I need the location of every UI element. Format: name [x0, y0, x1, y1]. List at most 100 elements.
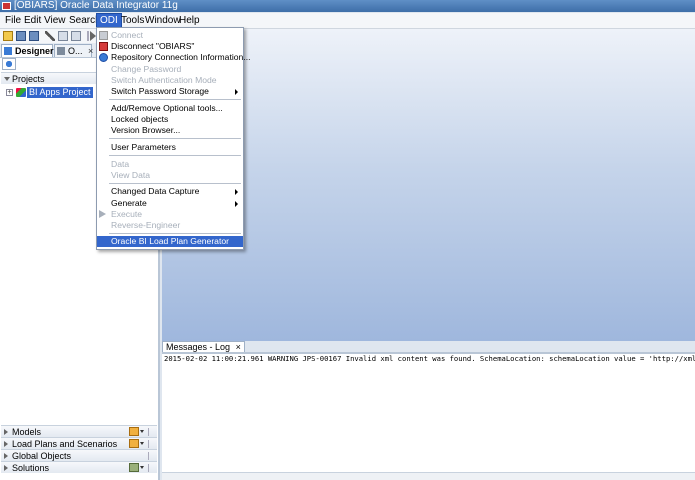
- menu-item-label: Disconnect "OBIARS": [111, 41, 195, 51]
- tab-messages-log[interactable]: Messages - Log ×: [162, 341, 245, 352]
- submenu-arrow-icon: [235, 201, 238, 207]
- operator-icon: [57, 47, 65, 55]
- odi-menu-dropdown: Connect Disconnect "OBIARS" Repository C…: [96, 27, 250, 250]
- messages-tab-label: Messages - Log: [166, 342, 231, 352]
- menu-separator: [109, 138, 241, 139]
- menu-item-label: User Parameters: [111, 142, 176, 152]
- submenu-arrow-icon: [235, 89, 238, 95]
- projects-header: Projects: [12, 74, 45, 84]
- connect-icon: [99, 31, 108, 40]
- menu-item-locked-objects[interactable]: Locked objects: [97, 114, 243, 125]
- menu-separator: [109, 99, 241, 100]
- accordion-separator: [148, 440, 149, 448]
- repository-info-icon: [99, 53, 108, 62]
- expand-icon: [4, 453, 8, 459]
- accordion-separator: [148, 452, 149, 460]
- disconnect-icon: [99, 42, 108, 51]
- connect-navigator-icon[interactable]: [2, 58, 16, 70]
- menu-item-data[interactable]: Data: [97, 159, 243, 170]
- log-line: 2015-02-02 11:00:21.961 WARNING JPS-0016…: [164, 354, 695, 363]
- menu-item-label: Version Browser...: [111, 125, 181, 135]
- tab-designer[interactable]: Designer ×: [1, 44, 64, 57]
- menu-item-label: Reverse-Engineer: [111, 220, 181, 230]
- menu-item-optional-tools[interactable]: Add/Remove Optional tools...: [97, 103, 243, 114]
- messages-tab-close[interactable]: ×: [236, 342, 241, 352]
- toolbar-separator: [87, 31, 89, 41]
- submenu-arrow-icon: [235, 189, 238, 195]
- models-label: Models: [12, 427, 42, 437]
- accordion-separator: [148, 428, 149, 436]
- menu-item-label: Data: [111, 159, 130, 169]
- menu-item-label: Connect: [111, 30, 144, 40]
- models-accordion[interactable]: Models: [1, 425, 157, 437]
- menu-item-label: Locked objects: [111, 114, 169, 124]
- folder-icon[interactable]: [129, 439, 139, 448]
- menu-item-connect[interactable]: Connect: [97, 30, 243, 41]
- dropdown-icon[interactable]: [140, 442, 144, 445]
- accordion-separator: [148, 464, 149, 472]
- window-title-bar: [OBIARS] Oracle Data Integrator 11g: [0, 0, 695, 12]
- paste-icon[interactable]: [71, 31, 81, 41]
- solutions-label: Solutions: [12, 463, 50, 473]
- execute-icon: [99, 210, 106, 218]
- menu-item-change-password[interactable]: Change Password: [97, 64, 243, 75]
- menu-help[interactable]: Help: [176, 13, 203, 28]
- menu-separator: [109, 155, 241, 156]
- copy-icon[interactable]: [58, 31, 68, 41]
- solution-icon[interactable]: [129, 463, 139, 472]
- tab-operator-label: O...: [68, 46, 83, 56]
- menu-item-label: Switch Authentication Mode: [111, 75, 217, 85]
- menu-item-switch-password-storage[interactable]: Switch Password Storage: [97, 86, 243, 97]
- project-icon: [16, 88, 26, 97]
- menu-item-reverse-engineer[interactable]: Reverse-Engineer: [97, 220, 243, 231]
- menu-item-label: Change Password: [111, 64, 182, 74]
- menu-item-bi-load-plan-generator[interactable]: Oracle BI Load Plan Generator: [97, 236, 243, 247]
- menu-item-generate[interactable]: Generate: [97, 198, 243, 209]
- menu-item-execute[interactable]: Execute: [97, 209, 243, 220]
- menu-item-label: Switch Password Storage: [111, 86, 209, 96]
- menu-item-label: Execute: [111, 209, 143, 219]
- messages-log-area[interactable]: 2015-02-02 11:00:21.961 WARNING JPS-0016…: [162, 354, 695, 472]
- load-plans-accordion[interactable]: Load Plans and Scenarios: [1, 437, 157, 449]
- menu-item-label: Oracle BI Load Plan Generator: [111, 236, 229, 246]
- menu-item-label: View Data: [111, 170, 151, 180]
- save-all-icon[interactable]: [29, 31, 39, 41]
- menu-item-switch-auth[interactable]: Switch Authentication Mode: [97, 75, 243, 86]
- menu-separator: [109, 233, 241, 234]
- tab-operator[interactable]: O... ×: [54, 44, 93, 57]
- expand-icon: [4, 465, 8, 471]
- designer-icon: [4, 47, 12, 55]
- tab-operator-close[interactable]: ×: [88, 46, 93, 56]
- menu-item-label: Repository Connection Information...: [111, 52, 251, 62]
- load-plans-label: Load Plans and Scenarios: [12, 439, 118, 449]
- menu-item-label: Add/Remove Optional tools...: [111, 103, 223, 113]
- cut-icon[interactable]: [45, 31, 55, 41]
- folder-icon[interactable]: [129, 427, 139, 436]
- solutions-accordion[interactable]: Solutions: [1, 461, 157, 473]
- menu-item-repository-info[interactable]: Repository Connection Information...: [97, 52, 250, 63]
- global-objects-label: Global Objects: [12, 451, 72, 461]
- menu-item-view-data[interactable]: View Data: [97, 170, 243, 181]
- menu-separator: [109, 183, 241, 184]
- window-title: [OBIARS] Oracle Data Integrator 11g: [14, 0, 178, 11]
- tree-node-label[interactable]: BI Apps Project: [27, 87, 93, 98]
- new-icon[interactable]: [3, 31, 13, 41]
- menu-item-version-browser[interactable]: Version Browser...: [97, 125, 243, 136]
- menu-item-user-parameters[interactable]: User Parameters: [97, 142, 243, 153]
- menu-item-disconnect[interactable]: Disconnect "OBIARS": [97, 41, 243, 52]
- global-objects-accordion[interactable]: Global Objects: [1, 449, 157, 461]
- horizontal-scrollbar[interactable]: [162, 472, 695, 480]
- expand-icon[interactable]: +: [6, 89, 13, 96]
- menu-view[interactable]: View: [41, 13, 69, 28]
- save-icon[interactable]: [16, 31, 26, 41]
- menu-item-changed-data-capture[interactable]: Changed Data Capture: [97, 186, 243, 197]
- menu-item-label: Generate: [111, 198, 147, 208]
- tab-designer-label: Designer: [15, 46, 54, 56]
- menu-item-label: Changed Data Capture: [111, 186, 200, 196]
- collapse-icon: [4, 77, 10, 81]
- dropdown-icon[interactable]: [140, 466, 144, 469]
- app-icon: [2, 2, 11, 10]
- expand-icon: [4, 429, 8, 435]
- dropdown-icon[interactable]: [140, 430, 144, 433]
- expand-icon: [4, 441, 8, 447]
